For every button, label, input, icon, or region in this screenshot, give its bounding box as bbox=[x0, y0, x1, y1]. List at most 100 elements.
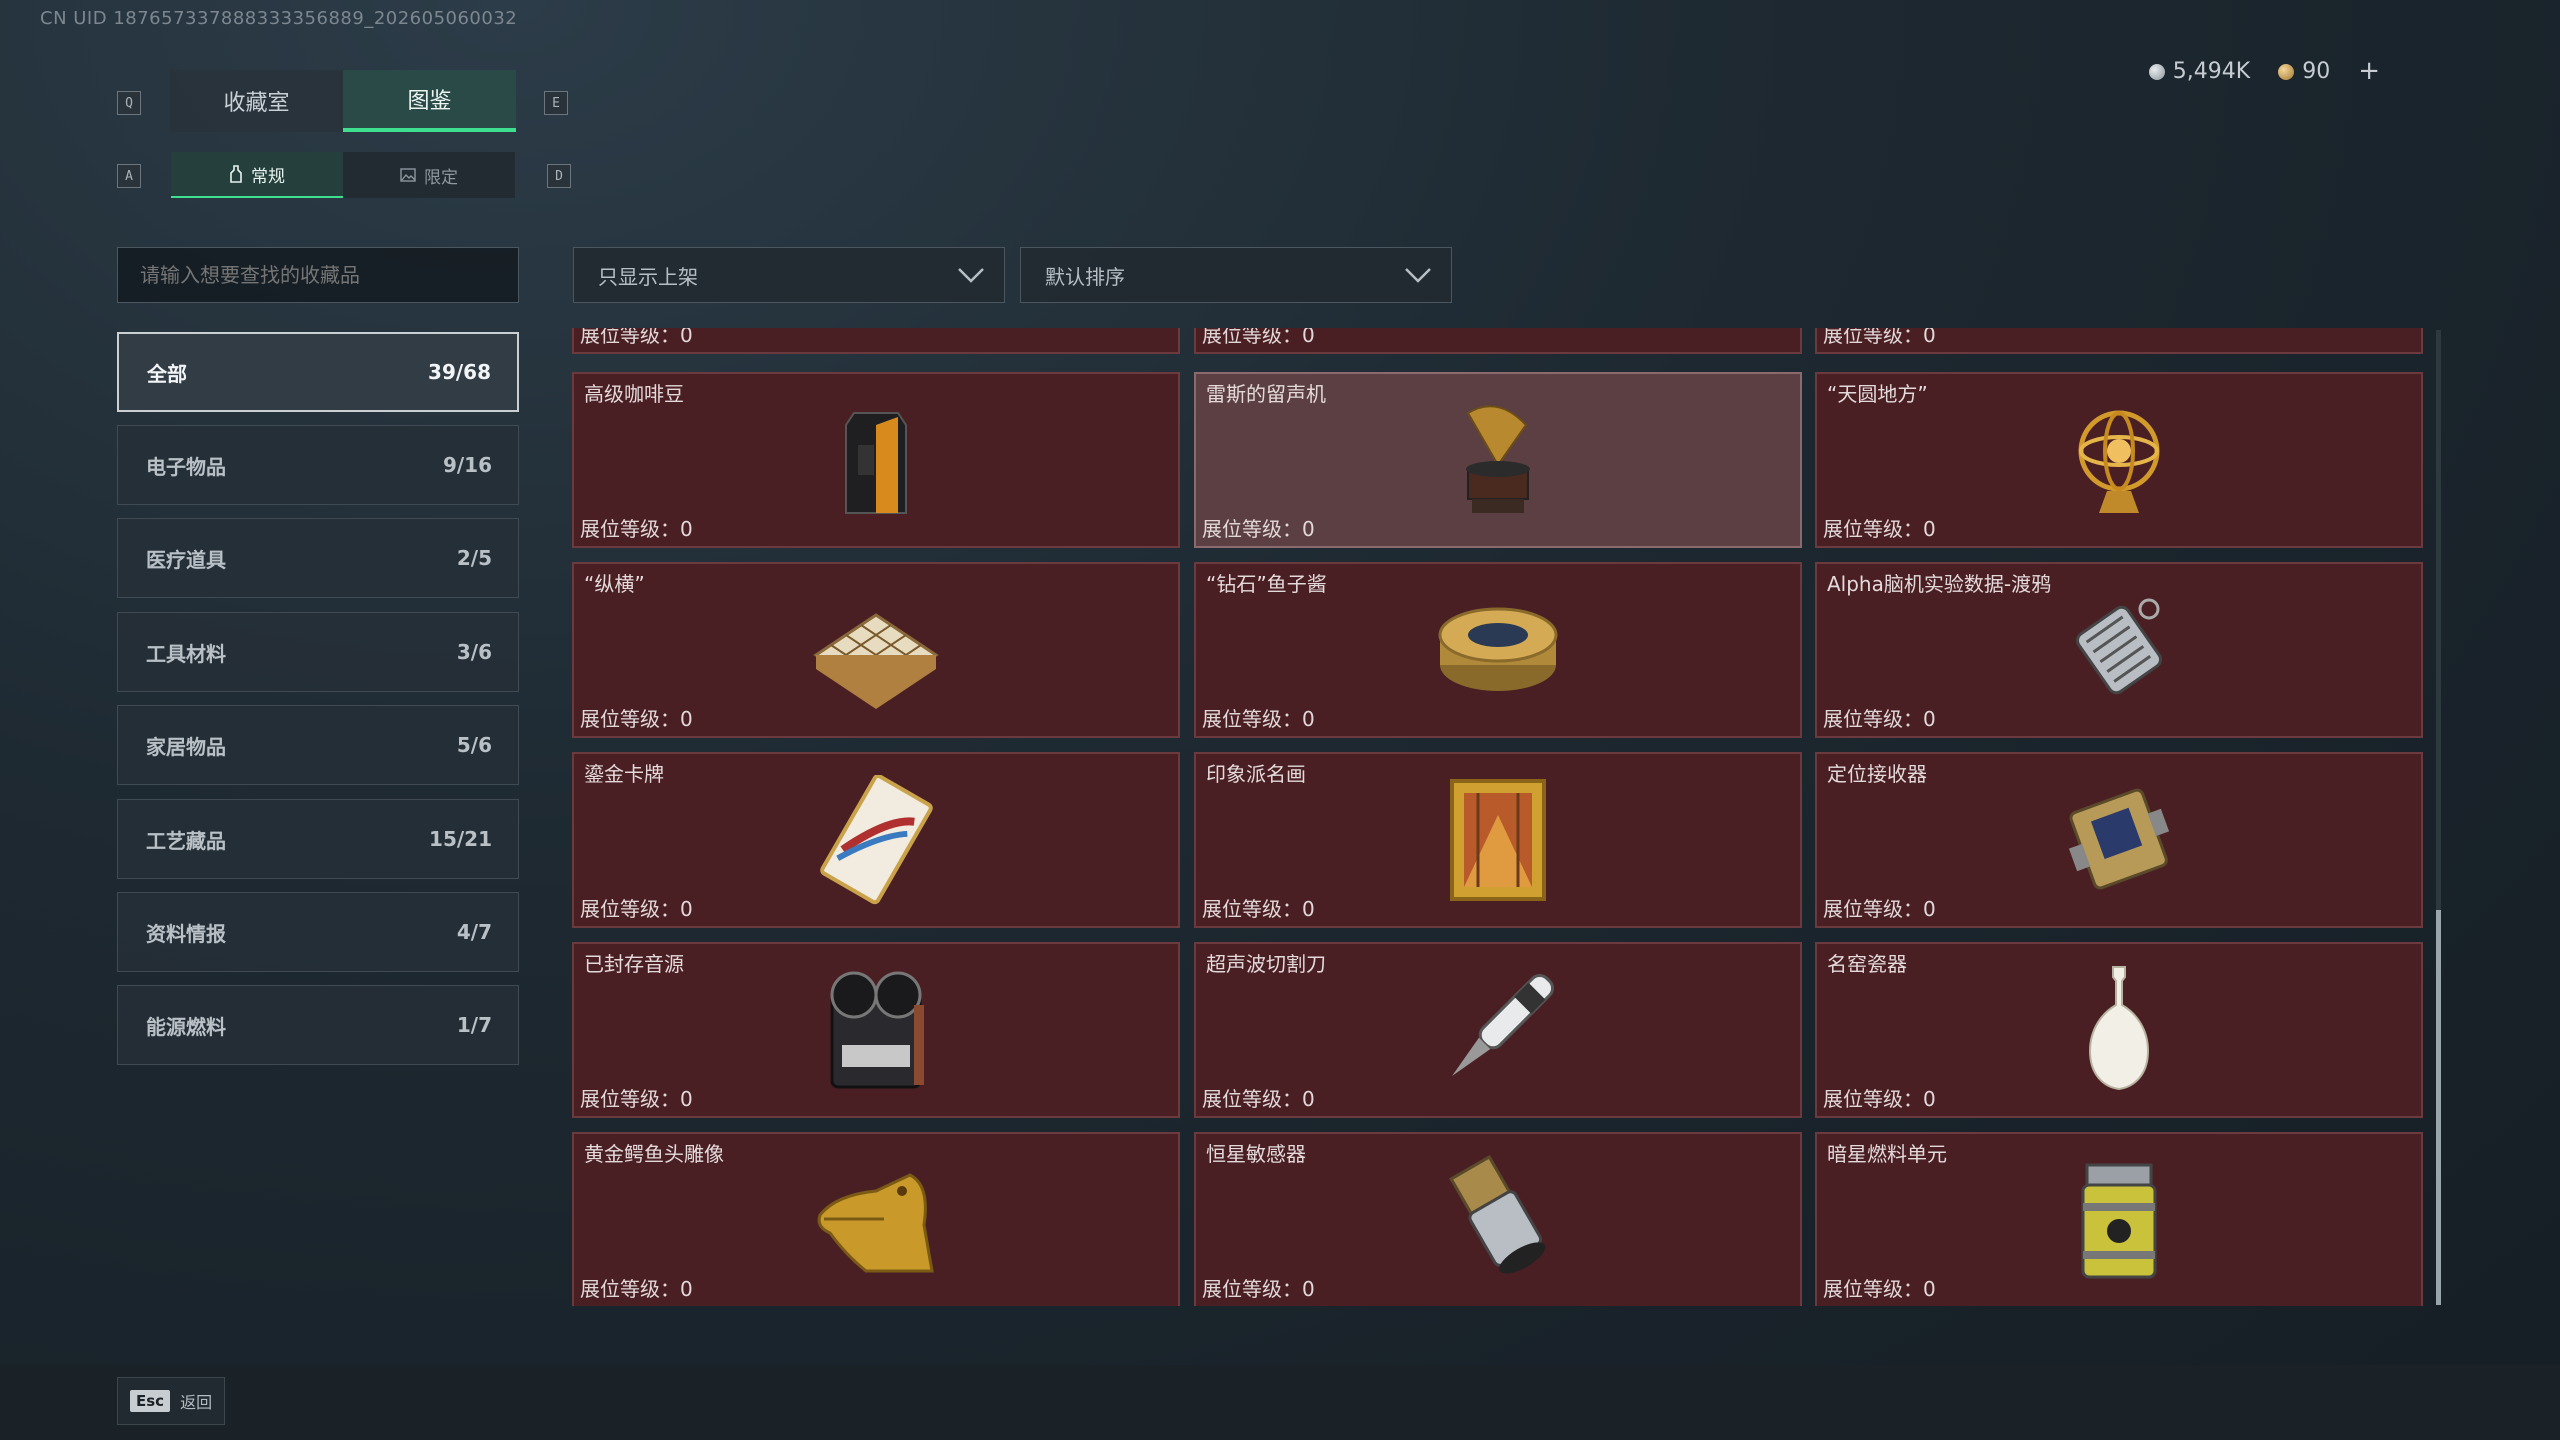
item-card[interactable]: 印象派名画 展位等级：0 bbox=[1194, 752, 1802, 928]
category-label: 资料情报 bbox=[146, 921, 226, 946]
item-card[interactable]: 已封存音源 展位等级：0 bbox=[572, 942, 1180, 1118]
item-name: 已封存音源 bbox=[584, 952, 684, 976]
category-label: 家居物品 bbox=[146, 734, 226, 759]
item-grid: 展位等级：0 展位等级：0 展位等级：0 高级咖啡豆 展位等级：0 雷斯的留声机… bbox=[572, 328, 2432, 1306]
item-level: 展位等级：0 bbox=[580, 1277, 693, 1301]
item-name: 暗星燃料单元 bbox=[1827, 1142, 1947, 1166]
category-count: 4/7 bbox=[456, 920, 492, 944]
item-card[interactable]: 鎏金卡牌 展位等级：0 bbox=[572, 752, 1180, 928]
sort-value: 默认排序 bbox=[1045, 264, 1125, 289]
coffee-bag-icon bbox=[845, 412, 907, 514]
image-icon bbox=[400, 168, 416, 182]
item-card[interactable]: 展位等级：0 bbox=[1815, 328, 2423, 354]
category-count: 5/6 bbox=[456, 733, 492, 757]
currency-primary: 5,494K bbox=[2148, 58, 2251, 84]
display-filter-dropdown[interactable]: 只显示上架 bbox=[573, 247, 1005, 303]
category-label: 医疗道具 bbox=[146, 547, 226, 572]
star-sensor-icon bbox=[1449, 1155, 1546, 1274]
item-name: “天圆地方” bbox=[1827, 382, 1928, 406]
category-medical[interactable]: 医疗道具 2/5 bbox=[117, 518, 519, 598]
item-name: Alpha脑机实验数据-渡鸦 bbox=[1827, 572, 2052, 596]
next-tab-key[interactable]: E bbox=[544, 91, 568, 115]
back-button[interactable]: Esc 返回 bbox=[117, 1377, 225, 1425]
category-crafts[interactable]: 工艺藏品 15/21 bbox=[117, 799, 519, 879]
item-level: 展位等级：0 bbox=[1202, 1277, 1315, 1301]
item-name: 超声波切割刀 bbox=[1206, 952, 1326, 976]
item-card[interactable]: 黄金鳄鱼头雕像 展位等级：0 bbox=[572, 1132, 1180, 1306]
category-count: 2/5 bbox=[456, 546, 492, 570]
category-label: 工艺藏品 bbox=[146, 828, 226, 853]
category-home[interactable]: 家居物品 5/6 bbox=[117, 705, 519, 785]
item-card[interactable]: “纵横” 展位等级：0 bbox=[572, 562, 1180, 738]
item-level: 展位等级：0 bbox=[1823, 517, 1936, 541]
item-name: 恒星敏感器 bbox=[1206, 1142, 1306, 1166]
item-name: 高级咖啡豆 bbox=[584, 382, 684, 406]
item-card[interactable]: 雷斯的留声机 展位等级：0 bbox=[1194, 372, 1802, 548]
category-label: 电子物品 bbox=[146, 454, 226, 479]
uid-label: CN UID 187657337888333356889_20260506003… bbox=[40, 8, 518, 29]
item-card[interactable]: 展位等级：0 bbox=[1194, 328, 1802, 354]
category-count: 15/21 bbox=[429, 827, 492, 851]
item-level: 展位等级：0 bbox=[1202, 897, 1315, 921]
gold-coin-icon bbox=[2278, 63, 2295, 80]
subtab-regular-label: 常规 bbox=[251, 166, 285, 187]
ultrasonic-knife-icon bbox=[1452, 973, 1555, 1076]
fuel-canister-icon bbox=[2081, 1163, 2157, 1279]
back-label: 返回 bbox=[180, 1393, 213, 1412]
data-drive-icon bbox=[2075, 598, 2163, 695]
category-count: 3/6 bbox=[456, 640, 492, 664]
item-level: 展位等级：0 bbox=[1202, 707, 1315, 731]
item-level: 展位等级：0 bbox=[580, 1087, 693, 1111]
item-card[interactable]: 高级咖啡豆 展位等级：0 bbox=[572, 372, 1180, 548]
chess-board-icon bbox=[813, 613, 939, 709]
next-subtab-key[interactable]: D bbox=[547, 164, 571, 188]
item-name: “钻石”鱼子酱 bbox=[1206, 572, 1327, 596]
item-name: 黄金鳄鱼头雕像 bbox=[584, 1142, 724, 1166]
porcelain-vase-icon bbox=[2088, 966, 2150, 1091]
item-card[interactable]: 暗星燃料单元 展位等级：0 bbox=[1815, 1132, 2423, 1306]
category-all[interactable]: 全部 39/68 bbox=[117, 332, 519, 412]
receiver-device-icon bbox=[2068, 788, 2170, 890]
prev-subtab-key[interactable]: A bbox=[117, 164, 141, 188]
item-card[interactable]: 定位接收器 展位等级：0 bbox=[1815, 752, 2423, 928]
item-card[interactable]: 恒星敏感器 展位等级：0 bbox=[1194, 1132, 1802, 1306]
prev-tab-key[interactable]: Q bbox=[117, 91, 141, 115]
item-level: 展位等级：0 bbox=[580, 517, 693, 541]
tab-collection-room[interactable]: 收藏室 bbox=[170, 70, 343, 132]
silver-coin-icon bbox=[2148, 63, 2165, 80]
item-card[interactable]: Alpha脑机实验数据-渡鸦 展位等级：0 bbox=[1815, 562, 2423, 738]
item-card[interactable]: 展位等级：0 bbox=[572, 328, 1180, 354]
currency-secondary: 90 bbox=[2278, 59, 2330, 84]
tab-encyclopedia[interactable]: 图鉴 bbox=[343, 70, 516, 132]
category-count: 1/7 bbox=[456, 1013, 492, 1037]
currency-primary-value: 5,494K bbox=[2172, 58, 2251, 84]
item-card[interactable]: “钻石”鱼子酱 展位等级：0 bbox=[1194, 562, 1802, 738]
item-card[interactable]: 名窑瓷器 展位等级：0 bbox=[1815, 942, 2423, 1118]
item-level: 展位等级：0 bbox=[1823, 1277, 1936, 1301]
item-card[interactable]: “天圆地方” 展位等级：0 bbox=[1815, 372, 2423, 548]
gold-crocodile-icon bbox=[817, 1173, 934, 1273]
display-filter-value: 只显示上架 bbox=[598, 264, 698, 289]
item-level: 展位等级：0 bbox=[1823, 707, 1936, 731]
subtab-limited[interactable]: 限定 bbox=[343, 152, 515, 198]
category-electronics[interactable]: 电子物品 9/16 bbox=[117, 425, 519, 505]
category-count: 39/68 bbox=[428, 360, 491, 384]
category-count: 9/16 bbox=[442, 453, 492, 477]
search-input[interactable] bbox=[117, 247, 519, 303]
bottle-icon bbox=[230, 165, 242, 183]
category-intel[interactable]: 资料情报 4/7 bbox=[117, 892, 519, 972]
category-label: 工具材料 bbox=[146, 641, 226, 666]
scrollbar-thumb[interactable] bbox=[2436, 910, 2441, 1305]
chevron-down-icon bbox=[1405, 268, 1431, 283]
category-tools[interactable]: 工具材料 3/6 bbox=[117, 612, 519, 692]
item-level: 展位等级：0 bbox=[1202, 517, 1315, 541]
chevron-down-icon bbox=[958, 268, 984, 283]
item-name: 印象派名画 bbox=[1206, 762, 1306, 786]
category-energy[interactable]: 能源燃料 1/7 bbox=[117, 985, 519, 1065]
category-label: 能源燃料 bbox=[146, 1014, 226, 1039]
item-card[interactable]: 超声波切割刀 展位等级：0 bbox=[1194, 942, 1802, 1118]
sort-dropdown[interactable]: 默认排序 bbox=[1020, 247, 1452, 303]
item-level: 展位等级：0 bbox=[580, 897, 693, 921]
add-currency-button[interactable]: + bbox=[2358, 56, 2380, 86]
subtab-regular[interactable]: 常规 bbox=[171, 152, 343, 198]
